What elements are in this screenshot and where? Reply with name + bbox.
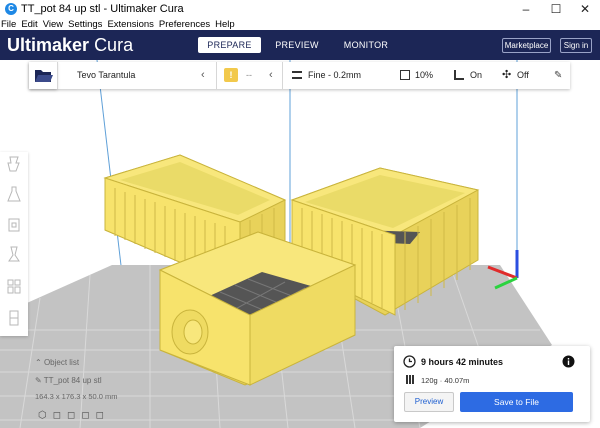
toolbar-separator (282, 62, 283, 89)
profile-icon (292, 71, 302, 79)
object-name: TT_pot 84 up stl (43, 376, 102, 385)
material-warning-icon: ! (224, 68, 238, 82)
menu-extensions[interactable]: Extensions (107, 19, 153, 30)
support-icon (454, 70, 464, 80)
toolbar-separator (216, 62, 217, 89)
minimize-button[interactable]: – (511, 0, 541, 18)
object-list-toggle[interactable]: ⌃ Object list (35, 358, 79, 367)
chevron-up-icon: ⌃ (35, 358, 44, 367)
brand-name: Ultimaker (7, 35, 90, 55)
printer-selector[interactable]: Tevo Tarantula (77, 62, 135, 89)
maximize-button[interactable]: ☐ (541, 0, 571, 18)
brand-logo: Ultimaker Cura (7, 35, 133, 56)
save-to-file-button[interactable]: Save to File (460, 392, 573, 412)
adhesion-icon: ✣ (502, 69, 512, 81)
app-header: Ultimaker Cura PREPARE PREVIEW MONITOR M… (0, 30, 600, 60)
object-dimensions: 164.3 x 176.3 x 50.0 mm (35, 392, 118, 401)
infill-value[interactable]: 10% (415, 62, 433, 89)
brand-product: Cura (94, 35, 134, 55)
mirror-tool-icon[interactable] (4, 242, 24, 266)
toolbar-separator (57, 62, 58, 89)
adhesion-value[interactable]: Off (517, 62, 529, 89)
scale-tool-icon[interactable] (4, 182, 24, 206)
menu-settings[interactable]: Settings (68, 19, 102, 30)
menu-file[interactable]: File (1, 19, 16, 30)
print-time: 9 hours 42 minutes (421, 357, 504, 367)
pencil-icon: ✎ (35, 376, 44, 385)
close-button[interactable]: ✕ (570, 0, 600, 18)
per-model-settings-icon[interactable] (4, 274, 24, 298)
object-list-label: Object list (43, 358, 80, 367)
support-value[interactable]: On (470, 62, 482, 89)
menu-bar: File Edit View Settings Extensions Prefe… (0, 18, 600, 30)
clock-icon (403, 355, 416, 368)
rotate-tool-icon[interactable] (4, 212, 24, 236)
right-view-icon[interactable]: ◻ (96, 410, 110, 421)
tab-monitor[interactable]: MONITOR (336, 37, 396, 53)
sign-in-button[interactable]: Sign in (560, 38, 592, 53)
material-selector[interactable]: -- (246, 62, 252, 89)
front-view-icon[interactable]: ◻ (53, 410, 67, 421)
window-title: TT_pot 84 up stl - Ultimaker Cura (21, 3, 184, 15)
tab-prepare[interactable]: PREPARE (198, 37, 261, 53)
move-tool-icon[interactable] (4, 152, 24, 176)
support-blocker-icon[interactable] (4, 306, 24, 330)
left-view-icon[interactable]: ◻ (81, 410, 95, 421)
menu-help[interactable]: Help (215, 19, 235, 30)
cura-app-icon: C (5, 3, 17, 15)
3d-view-icon[interactable]: ⬡ (38, 410, 53, 421)
edit-settings-pencil-icon[interactable]: ✎ (554, 62, 562, 89)
menu-edit[interactable]: Edit (21, 19, 37, 30)
material-usage: 120g · 40.07m (421, 376, 470, 385)
top-view-icon[interactable]: ◻ (67, 410, 81, 421)
printer-chevron-left-icon[interactable]: ‹ (201, 62, 205, 89)
title-bar: C TT_pot 84 up stl - Ultimaker Cura – ☐ … (0, 0, 600, 18)
toolbar-contents: Tevo Tarantula ‹ ! -- ‹ Fine - 0.2mm 10%… (29, 62, 570, 89)
preview-button[interactable]: Preview (404, 392, 454, 412)
profile-selector[interactable]: Fine - 0.2mm (308, 62, 361, 89)
infill-icon (400, 70, 410, 80)
menu-view[interactable]: View (43, 19, 63, 30)
tab-preview[interactable]: PREVIEW (268, 37, 326, 53)
marketplace-button[interactable]: Marketplace (502, 38, 551, 53)
object-list-item[interactable]: ✎ TT_pot 84 up stl (35, 376, 102, 385)
filament-spool-icon (406, 375, 414, 384)
material-chevron-left-icon[interactable]: ‹ (269, 62, 273, 89)
info-icon[interactable] (562, 355, 575, 368)
menu-preferences[interactable]: Preferences (159, 19, 210, 30)
print-summary-panel: 9 hours 42 minutes 120g · 40.07m Preview… (394, 346, 590, 422)
transform-tools (0, 152, 28, 336)
view-orientation-buttons[interactable]: ⬡◻◻◻◻ (38, 410, 110, 421)
